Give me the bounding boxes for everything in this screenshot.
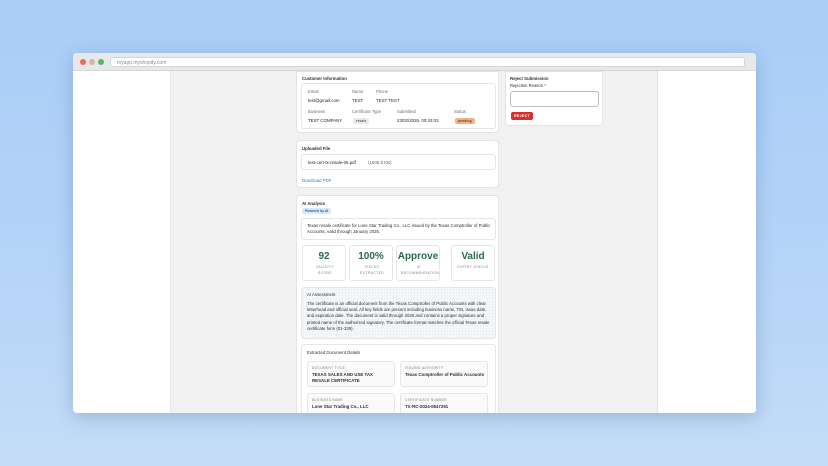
certificate-type-badge: resale [353,118,370,124]
status-badge: pending [455,118,475,124]
expiry-status-metric: Valid EXPIRY STATUS [451,245,495,281]
reject-submission-title: Reject Submission [510,76,549,81]
uploaded-file-title: Uploaded File [302,146,331,151]
ai-summary-text: Texas resale certificate for Lone Star T… [307,223,491,235]
name-label: Name [352,89,364,94]
ai-summary-box: Texas resale certificate for Lone Star T… [301,218,496,240]
ai-recommendation-metric: Approve AI RECOMMENDATION [396,245,440,281]
validity-score-label: VALIDITY SCORE [315,265,335,275]
document-title-field: DOCUMENT TITLE TEXAS SALES AND USE TAX R… [307,361,395,387]
rejection-reason-label: Rejection Reason * [510,83,546,88]
document-title-value: TEXAS SALES AND USE TAX RESALE CERTIFICA… [312,372,373,383]
reject-submission-card: Reject Submission Rejection Reason * REJ… [505,71,603,126]
expiry-status-label: EXPIRY STATUS [457,265,489,269]
ai-recommendation-label: AI RECOMMENDATION [401,265,440,275]
phone-label: Phone [376,89,389,94]
business-label: Business [308,109,325,114]
business-name-field: BUSINESS NAME Lone Star Trading Co., LLC [307,393,395,413]
powered-by-ai-badge: Powered by AI [302,208,332,214]
expiry-status-value: Valid [461,251,485,262]
fields-extracted-value: 100% [358,251,384,262]
issuing-authority-field: ISSUING AUTHORITY Texas Comptroller of P… [400,361,488,387]
email-label: Email [308,89,319,94]
left-gutter [73,71,171,413]
customer-information-title: Customer Information [302,76,347,81]
page-viewport[interactable]: Customer Information Email test@gmail.co… [73,71,756,413]
uploaded-file-card: Uploaded File test-cert-tx-resale-05.pdf… [296,140,499,188]
fields-extracted-label: FIELDS EXTRACTED [360,265,385,275]
ai-assessment-title: AI Assessment [307,292,336,297]
extracted-details-box: Extracted Document Details DOCUMENT TITL… [301,344,496,413]
ai-assessment-text: The certificate is an official document … [307,301,490,331]
file-name: test-cert-tx-resale-05.pdf [308,160,356,165]
document-title-label: DOCUMENT TITLE [312,366,346,370]
fields-extracted-metric: 100% FIELDS EXTRACTED [349,245,393,281]
issuing-authority-value: Texas Comptroller of Public Accounts [405,372,485,377]
file-size: (1605.8 KB) [368,160,392,165]
submitted-value: 23/02/2026, 00:43:03 [397,118,439,123]
download-pdf-link[interactable]: Download PDF [302,178,332,183]
certificate-type-label: Certificate Type [352,109,382,114]
browser-window: myapp.myshopify.com Customer Information… [73,53,756,413]
close-window-icon[interactable] [80,59,86,65]
submitted-label: Submitted [397,109,416,114]
reject-button[interactable]: REJECT [511,112,533,120]
ai-recommendation-value: Approve [397,251,439,262]
file-row: test-cert-tx-resale-05.pdf (1605.8 KB) [301,154,496,170]
ai-analysis-title: AI Analysis [302,201,326,206]
name-value: TEST [352,98,364,103]
email-value: test@gmail.com [308,98,340,103]
phone-value: TEST TEST [376,98,400,103]
business-name-label: BUSINESS NAME [312,398,344,402]
customer-details-box: Email test@gmail.com Name TEST Phone TES… [301,83,496,129]
rejection-reason-input[interactable] [510,91,599,107]
maximize-window-icon[interactable] [98,59,104,65]
status-label: Status [454,109,466,114]
validity-score-value: 92 [318,251,330,262]
certificate-number-value: TX-RC-2024-0847291 [405,404,449,409]
extracted-details-title: Extracted Document Details [307,350,361,355]
browser-titlebar: myapp.myshopify.com [73,53,756,71]
certificate-number-field: CERTIFICATE NUMBER TX-RC-2024-0847291 [400,393,488,413]
right-gutter [657,71,756,413]
ai-analysis-card: AI Analysis Powered by AI Texas resale c… [296,195,499,413]
business-value: TEST COMPANY [308,118,343,123]
minimize-window-icon[interactable] [89,59,95,65]
business-name-value: Lone Star Trading Co., LLC [312,404,369,409]
address-bar[interactable]: myapp.myshopify.com [110,57,745,67]
validity-score-metric: 92 VALIDITY SCORE [302,245,346,281]
issuing-authority-label: ISSUING AUTHORITY [405,366,444,370]
ai-assessment-panel: AI Assessment The certificate is an offi… [301,287,496,339]
customer-information-card: Customer Information Email test@gmail.co… [296,71,499,133]
certificate-number-label: CERTIFICATE NUMBER [405,398,447,402]
